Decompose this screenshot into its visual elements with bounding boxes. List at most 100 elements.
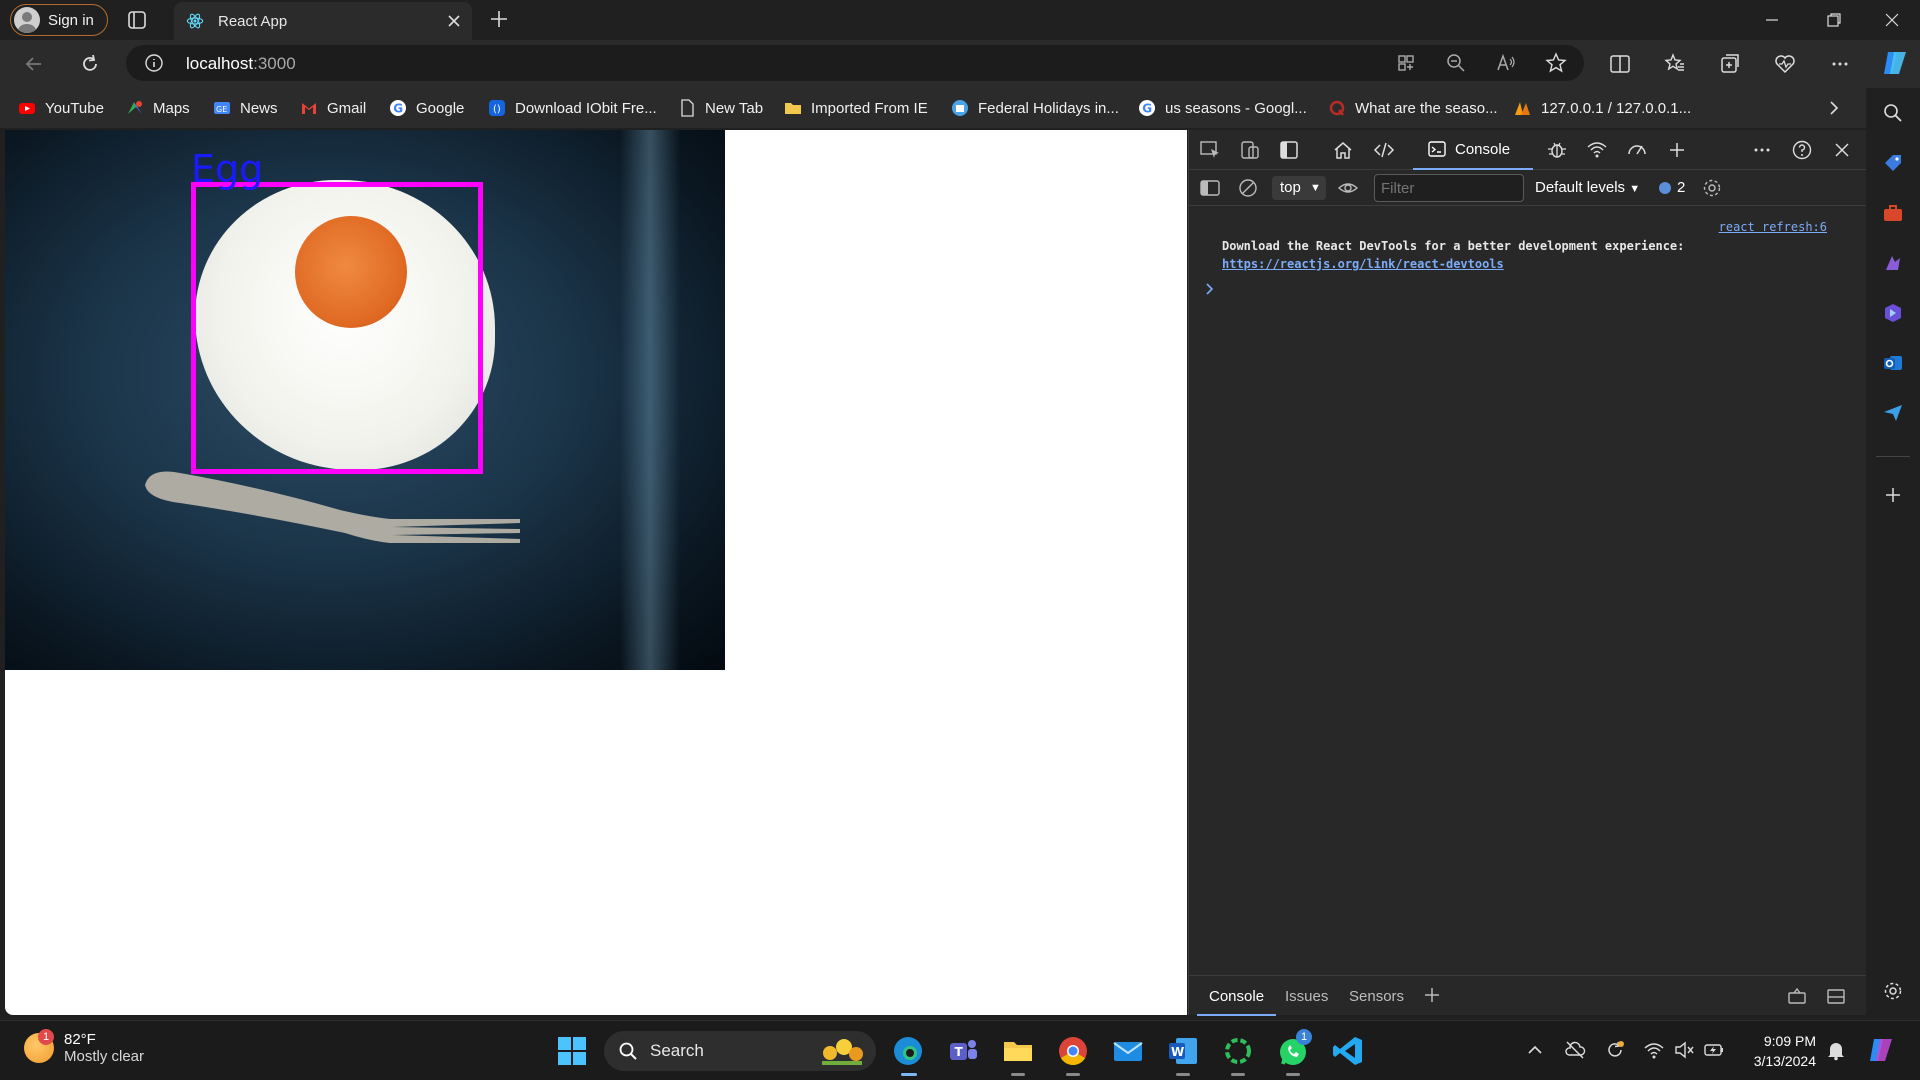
notifications-bell-icon[interactable] <box>1825 1039 1847 1061</box>
browser-essentials-icon[interactable] <box>1773 52 1797 76</box>
file-explorer-icon[interactable] <box>1001 1034 1035 1068</box>
split-screen-icon[interactable] <box>1608 52 1632 76</box>
more-favorites-chevron-icon[interactable] <box>1824 98 1844 118</box>
close-tab-icon[interactable] <box>444 11 464 31</box>
console-message: Download the React DevTools for a better… <box>1222 237 1832 273</box>
bookmark-new-tab[interactable]: New Tab <box>678 98 763 118</box>
tab-title: React App <box>218 12 288 30</box>
device-toolbar-icon[interactable] <box>1239 139 1261 161</box>
bookmark-google[interactable]: G Google <box>389 98 464 118</box>
sources-debugger-icon[interactable] <box>1546 139 1568 161</box>
clear-console-icon[interactable] <box>1237 177 1259 199</box>
mail-icon[interactable] <box>1111 1034 1145 1068</box>
shopping-tag-icon[interactable] <box>1882 152 1904 174</box>
read-aloud-icon[interactable] <box>1494 51 1518 75</box>
microsoft-edge-icon[interactable] <box>891 1034 925 1068</box>
elements-icon[interactable] <box>1373 139 1395 161</box>
back-icon[interactable] <box>22 52 46 76</box>
bookmark-federal-holidays[interactable]: Federal Holidays in... <box>951 98 1119 118</box>
dock-side-icon[interactable] <box>1278 139 1300 161</box>
close-window-icon[interactable] <box>1880 8 1904 32</box>
live-expression-eye-icon[interactable] <box>1337 177 1359 199</box>
address-bar[interactable]: localhost:3000 <box>126 45 1584 81</box>
tab-actions-icon[interactable] <box>126 9 148 31</box>
new-tab-icon[interactable] <box>488 8 510 30</box>
wifi-icon[interactable] <box>1643 1039 1665 1061</box>
battery-charging-icon[interactable] <box>1703 1039 1725 1061</box>
bookmark-maps[interactable]: Maps <box>126 98 190 118</box>
more-menu-icon[interactable] <box>1828 52 1852 76</box>
tools-icon[interactable] <box>1882 202 1904 224</box>
sidebar-settings-gear-icon[interactable] <box>1882 980 1904 1002</box>
console-settings-gear-icon[interactable] <box>1701 177 1723 199</box>
message-source-link[interactable]: react refresh:6 <box>1719 220 1827 234</box>
zoom-icon[interactable] <box>1444 51 1468 75</box>
google-chrome-icon[interactable] <box>1056 1034 1090 1068</box>
drawer-tab-sensors[interactable]: Sensors <box>1349 988 1404 1005</box>
weather-widget[interactable]: 1 82°F Mostly clear <box>24 1029 144 1065</box>
outlook-icon[interactable] <box>1882 352 1904 374</box>
restore-icon[interactable] <box>1822 8 1846 32</box>
favorite-star-icon[interactable] <box>1544 51 1568 75</box>
devtools-menu-icon[interactable] <box>1751 139 1773 161</box>
bookmark-us-seasons[interactable]: G us seasons - Googl... <box>1138 98 1307 118</box>
sidebar-toggle-icon[interactable] <box>1199 177 1221 199</box>
minimize-icon[interactable] <box>1760 8 1784 32</box>
close-devtools-icon[interactable] <box>1831 139 1853 161</box>
bookmark-phpmyadmin[interactable]: 127.0.0.1 / 127.0.0.1... <box>1514 98 1691 118</box>
microsoft-word-icon[interactable]: W <box>1166 1034 1200 1068</box>
sign-in-button[interactable]: Sign in <box>10 4 108 36</box>
site-info-icon[interactable] <box>144 53 164 73</box>
collections-icon[interactable] <box>1718 52 1742 76</box>
inspect-element-icon[interactable] <box>1199 139 1221 161</box>
copilot-taskbar-icon[interactable] <box>1866 1035 1896 1065</box>
more-tools-plus-icon[interactable] <box>1666 139 1688 161</box>
bookmark-imported-from-ie[interactable]: Imported From IE <box>784 98 928 118</box>
console-tab-label: Console <box>1455 140 1511 158</box>
show-hidden-icons-chevron-icon[interactable] <box>1524 1039 1546 1061</box>
drawer-tab-issues[interactable]: Issues <box>1285 988 1328 1005</box>
sync-update-icon[interactable] <box>1604 1039 1626 1061</box>
bookmark-youtube[interactable]: YouTube <box>18 98 104 118</box>
app-available-icon[interactable] <box>1394 51 1418 75</box>
issues-counter[interactable]: 2 <box>1659 179 1685 196</box>
console-prompt-chevron-icon[interactable] <box>1203 282 1217 296</box>
drawer-tab-console[interactable]: Console <box>1196 988 1277 1016</box>
drop-send-icon[interactable] <box>1882 402 1904 424</box>
app-loading-ring-icon[interactable] <box>1221 1034 1255 1068</box>
react-devtools-link[interactable]: https://reactjs.org/link/react-devtools <box>1222 257 1504 271</box>
tab-react-app[interactable]: React App <box>174 2 472 40</box>
system-clock[interactable]: 9:09 PM 3/13/2024 <box>1746 1031 1816 1071</box>
cloud-offline-icon[interactable] <box>1564 1039 1586 1061</box>
context-selector[interactable]: top ▼ <box>1272 176 1326 200</box>
copilot-icon[interactable] <box>1880 48 1910 78</box>
url-text[interactable]: localhost:3000 <box>186 54 296 74</box>
add-drawer-tab-icon[interactable] <box>1421 984 1443 1006</box>
games-icon[interactable] <box>1882 252 1904 274</box>
bookmark-gmail[interactable]: Gmail <box>300 98 366 118</box>
bookmark-iobit[interactable]: () Download IObit Fre... <box>488 98 657 118</box>
performance-icon[interactable] <box>1626 139 1648 161</box>
undock-drawer-icon[interactable] <box>1786 985 1808 1007</box>
browser-title-bar: Sign in React App <box>0 0 1920 40</box>
help-icon[interactable] <box>1791 139 1813 161</box>
search-icon[interactable] <box>1882 102 1904 124</box>
add-sidebar-app-icon[interactable] <box>1882 484 1904 506</box>
microsoft-365-icon[interactable] <box>1882 302 1904 324</box>
visual-studio-code-icon[interactable] <box>1331 1034 1365 1068</box>
console-filter-input[interactable] <box>1374 174 1524 202</box>
microsoft-teams-icon[interactable]: T <box>946 1034 980 1068</box>
close-drawer-icon[interactable] <box>1825 985 1847 1007</box>
reload-icon[interactable] <box>78 52 102 76</box>
network-icon[interactable] <box>1586 139 1608 161</box>
bookmark-news[interactable]: GE News <box>213 98 278 118</box>
windows-start-icon[interactable] <box>555 1034 589 1068</box>
tab-console[interactable]: Console <box>1413 130 1533 170</box>
favorites-icon[interactable] <box>1663 52 1687 76</box>
welcome-home-icon[interactable] <box>1332 139 1354 161</box>
bookmark-what-are-the-seasons[interactable]: What are the seaso... <box>1328 98 1498 118</box>
log-levels-dropdown[interactable]: Default levels ▼ <box>1535 179 1640 196</box>
sidebar-divider <box>1876 456 1910 457</box>
taskbar-search-box[interactable]: Search <box>604 1031 876 1071</box>
volume-muted-icon[interactable] <box>1673 1039 1695 1061</box>
